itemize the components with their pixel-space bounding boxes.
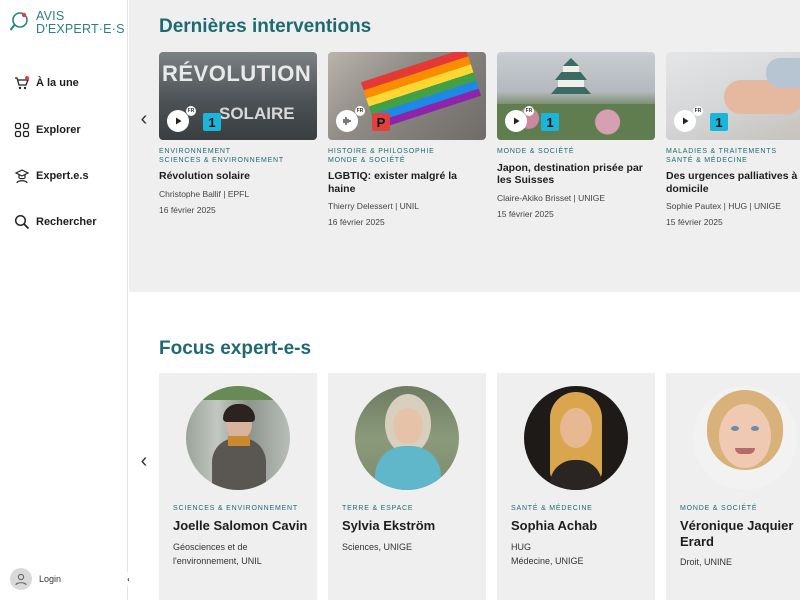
card-thumbnail: FR P bbox=[328, 52, 486, 140]
language-badge: FR bbox=[693, 106, 703, 116]
card-category[interactable]: Environnement bbox=[159, 148, 317, 157]
carousel-prev-icon[interactable]: ‹ bbox=[137, 108, 151, 130]
expert-category[interactable]: Sciences & environnement bbox=[173, 505, 298, 512]
card-date: 16 février 2025 bbox=[159, 204, 216, 215]
card-category[interactable]: Maladies & traitements bbox=[666, 148, 800, 157]
card-title[interactable]: Révolution solaire bbox=[159, 170, 317, 183]
expert-affiliation: Géosciences et de l'environnement, UNIL bbox=[173, 541, 262, 566]
nav-item-explorer[interactable]: Explorer bbox=[14, 122, 81, 138]
card-date: 16 février 2025 bbox=[328, 217, 385, 227]
interventions-section: Dernières interventions ‹ RÉVOLUTION SOL… bbox=[129, 0, 800, 292]
card-category[interactable]: Monde & société bbox=[328, 157, 486, 166]
channel-badge: P bbox=[372, 113, 390, 131]
expert-category[interactable]: Santé & médecine bbox=[511, 505, 593, 512]
grid-icon bbox=[14, 122, 30, 138]
user-icon bbox=[10, 568, 32, 590]
card-author: Sophie Pautex | HUG | UNIGE bbox=[666, 201, 781, 211]
thumb-title-line2: SOLAIRE bbox=[219, 104, 295, 123]
expert-category[interactable]: Monde & société bbox=[680, 505, 757, 512]
logo-magnifier-icon bbox=[9, 10, 32, 36]
sidebar: AVIS D'EXPERT·E·S À la une Explorer Expe… bbox=[0, 0, 136, 600]
expert-name[interactable]: Sophia Achab HUG Médecine, UNIGE bbox=[511, 518, 651, 568]
expert-name-text: Sophia Achab bbox=[511, 518, 598, 533]
expert-affiliation: HUG bbox=[511, 541, 531, 552]
intervention-card[interactable]: RÉVOLUTION SOLAIRE FR 1 Environnement Sc… bbox=[159, 52, 317, 282]
logo-line1: AVIS bbox=[36, 9, 65, 23]
castle-image bbox=[549, 58, 593, 98]
channel-badge: 1 bbox=[710, 113, 728, 131]
card-date: 15 février 2025 bbox=[497, 208, 554, 219]
card-author: Claire-Akiko Brisset | UNIGE bbox=[497, 192, 606, 203]
expert-card[interactable]: Sciences & environnement Joelle Salomon … bbox=[159, 373, 317, 600]
card-category[interactable]: Sciences & environnement bbox=[159, 157, 317, 166]
site-logo[interactable]: AVIS D'EXPERT·E·S bbox=[9, 9, 125, 36]
nav-item-experts[interactable]: Expert.e.s bbox=[14, 168, 89, 184]
logo-line2: D'EXPERT·E·S bbox=[36, 22, 125, 36]
expert-affiliation: Médecine, UNIGE bbox=[511, 555, 584, 566]
expert-affiliation: Sciences, UNIGE bbox=[342, 541, 413, 552]
channel-badge: 1 bbox=[203, 113, 221, 131]
nav-label: Explorer bbox=[36, 124, 81, 136]
card-thumbnail: RÉVOLUTION SOLAIRE FR 1 bbox=[159, 52, 317, 140]
login-label: Login bbox=[39, 574, 62, 584]
card-category[interactable]: Santé & médecine bbox=[666, 157, 800, 166]
expert-category[interactable]: Terre & espace bbox=[342, 505, 413, 512]
expert-card[interactable]: Terre & espace Sylvia Ekström Sciences, … bbox=[328, 373, 486, 600]
expert-card[interactable]: Monde & société Véronique Jaquier Erard … bbox=[666, 373, 800, 600]
nav-label: Rechercher bbox=[36, 216, 97, 228]
card-title[interactable]: LGBTIQ: exister malgré la haine bbox=[328, 170, 486, 195]
card-category[interactable]: Histoire & philosophie bbox=[328, 148, 486, 157]
card-author: Thierry Delessert | UNIL bbox=[328, 201, 420, 211]
section-title-interventions: Dernières interventions bbox=[159, 16, 372, 37]
nav-item-a-la-une[interactable]: À la une bbox=[14, 75, 79, 91]
thumb-title-line1: RÉVOLUTION bbox=[162, 61, 312, 86]
card-title[interactable]: Japon, destination prisée par les Suisse… bbox=[497, 162, 655, 187]
language-badge: FR bbox=[186, 106, 196, 116]
expert-photo bbox=[693, 386, 797, 490]
channel-badge: 1 bbox=[541, 113, 559, 131]
intervention-card[interactable]: FR 1 Monde & société Japon, destination … bbox=[497, 52, 655, 282]
card-thumbnail: FR 1 bbox=[666, 52, 800, 140]
expert-name[interactable]: Joelle Salomon Cavin Géosciences et de l… bbox=[173, 518, 313, 568]
language-badge: FR bbox=[355, 106, 365, 116]
expert-name[interactable]: Véronique Jaquier Erard Droit, UNINE bbox=[680, 518, 800, 569]
expert-name-text: Sylvia Ekström bbox=[342, 518, 436, 533]
expert-photo bbox=[186, 386, 290, 490]
intervention-card[interactable]: FR 1 Maladies & traitements Santé & méde… bbox=[666, 52, 800, 282]
main-content: Dernières interventions ‹ RÉVOLUTION SOL… bbox=[129, 0, 800, 600]
expert-affiliation: Droit, UNINE bbox=[680, 557, 733, 567]
login-button[interactable]: Login bbox=[10, 568, 61, 590]
card-category[interactable]: Monde & société bbox=[497, 148, 655, 157]
language-badge: FR bbox=[524, 106, 534, 116]
nav-label: Expert.e.s bbox=[36, 170, 89, 182]
carousel-prev-icon[interactable]: ‹ bbox=[137, 450, 151, 472]
card-title[interactable]: Des urgences palliatives à domicile bbox=[666, 170, 800, 195]
nav-item-rechercher[interactable]: Rechercher bbox=[14, 214, 97, 230]
card-author: Christophe Ballif | EPFL bbox=[159, 188, 250, 199]
search-icon bbox=[14, 214, 30, 230]
expert-icon bbox=[14, 168, 30, 184]
expert-name-text: Véronique Jaquier Erard bbox=[680, 518, 794, 549]
expert-photo bbox=[524, 386, 628, 490]
intervention-card[interactable]: FR P Histoire & philosophie Monde & soci… bbox=[328, 52, 486, 282]
card-date: 15 février 2025 bbox=[666, 217, 723, 227]
expert-name-text: Joelle Salomon Cavin bbox=[173, 518, 308, 533]
nav-label: À la une bbox=[36, 77, 79, 89]
card-thumbnail: FR 1 bbox=[497, 52, 655, 140]
expert-card[interactable]: Santé & médecine Sophia Achab HUG Médeci… bbox=[497, 373, 655, 600]
expert-photo bbox=[355, 386, 459, 490]
cart-bell-icon bbox=[14, 75, 30, 91]
section-title-experts: Focus expert-e-s bbox=[159, 338, 312, 359]
expert-name[interactable]: Sylvia Ekström Sciences, UNIGE bbox=[342, 518, 482, 554]
sleeve-image bbox=[766, 58, 800, 88]
